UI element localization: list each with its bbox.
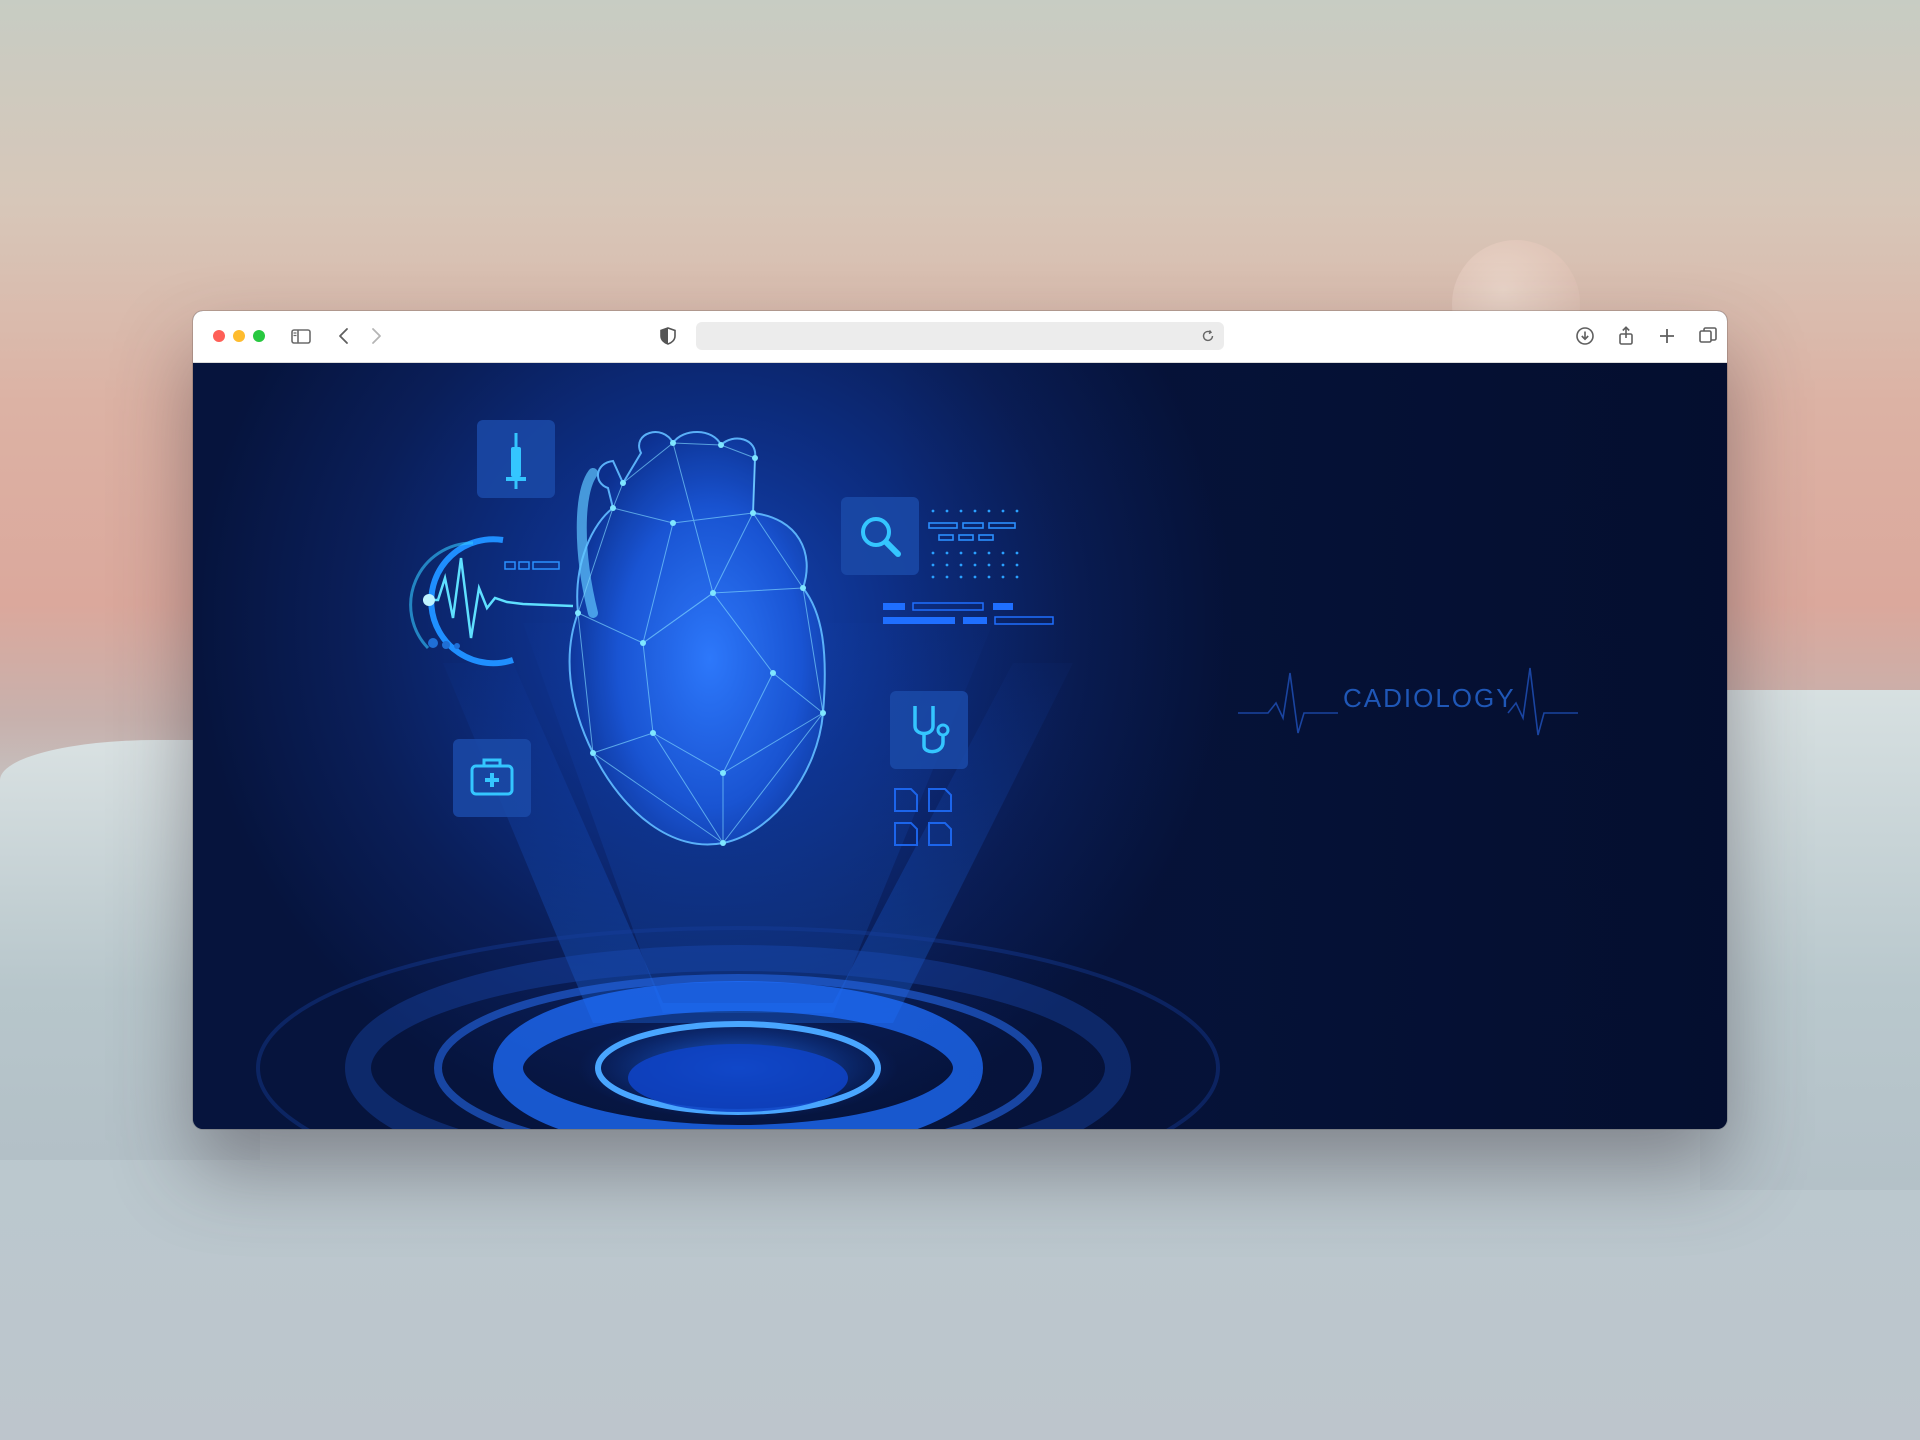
- tabs-overview-icon[interactable]: [1696, 324, 1720, 348]
- document-icons: [894, 788, 952, 846]
- sidebar-icon[interactable]: [289, 324, 313, 348]
- plus-icon[interactable]: [1655, 324, 1679, 348]
- zoom-button[interactable]: [253, 330, 265, 342]
- heartbeat-gauge-icon: [409, 536, 574, 667]
- browser-window: CADIOLOGY: [193, 311, 1727, 1129]
- reload-icon[interactable]: [1200, 328, 1216, 344]
- chevron-left-icon[interactable]: [332, 324, 356, 348]
- hero-content: CADIOLOGY: [193, 363, 1727, 1129]
- close-button[interactable]: [213, 330, 225, 342]
- share-icon[interactable]: [1614, 324, 1638, 348]
- minimize-button[interactable]: [233, 330, 245, 342]
- shield-icon[interactable]: [656, 324, 680, 348]
- stethoscope-icon: [890, 691, 968, 769]
- address-bar[interactable]: [696, 322, 1224, 350]
- browser-toolbar: [193, 311, 1727, 363]
- background-dune-right: [1700, 690, 1920, 1190]
- download-icon[interactable]: [1573, 324, 1597, 348]
- brand-title: CADIOLOGY: [1343, 683, 1516, 713]
- first-aid-kit-icon: [453, 739, 531, 817]
- syringe-icon: [477, 420, 555, 498]
- data-readout-graphic: [883, 509, 1054, 625]
- chevron-right-icon[interactable]: [364, 324, 388, 348]
